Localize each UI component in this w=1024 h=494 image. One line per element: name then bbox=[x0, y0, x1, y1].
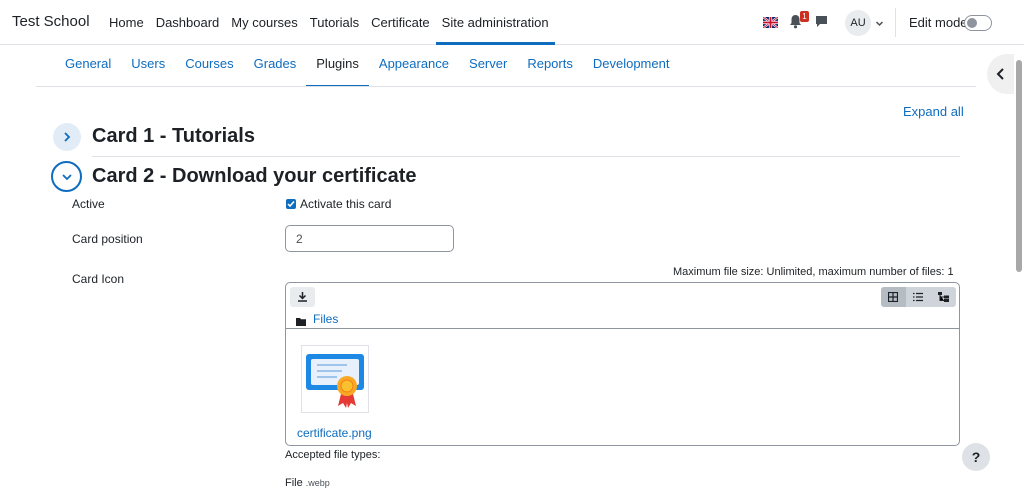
tab-reports[interactable]: Reports bbox=[517, 46, 583, 87]
card-position-label: Card position bbox=[72, 232, 143, 246]
file-manager: Files certificate.png bbox=[285, 282, 960, 446]
scrollbar-thumb[interactable] bbox=[1016, 60, 1022, 272]
file-type-item: File .webp bbox=[285, 477, 330, 489]
card1-title[interactable]: Card 1 - Tutorials bbox=[92, 125, 255, 148]
help-button[interactable]: ? bbox=[962, 443, 990, 471]
secondary-nav: General Users Courses Grades Plugins App… bbox=[55, 46, 679, 87]
tab-general[interactable]: General bbox=[55, 46, 121, 87]
folder-icon bbox=[296, 314, 306, 329]
edit-mode-label: Edit mode bbox=[909, 15, 968, 30]
card1-expand-button[interactable] bbox=[53, 123, 81, 151]
tab-plugins[interactable]: Plugins bbox=[306, 46, 369, 87]
divider bbox=[895, 8, 896, 37]
nav-site-administration[interactable]: Site administration bbox=[435, 0, 555, 45]
tab-courses[interactable]: Courses bbox=[175, 46, 243, 87]
files-path-link[interactable]: Files bbox=[313, 312, 338, 326]
file-thumbnail[interactable] bbox=[301, 345, 369, 413]
tree-view-button[interactable] bbox=[931, 287, 956, 307]
nav-my-courses[interactable]: My courses bbox=[225, 0, 303, 45]
site-name[interactable]: Test School bbox=[12, 13, 90, 30]
active-label: Active bbox=[72, 197, 105, 211]
nav-tutorials[interactable]: Tutorials bbox=[304, 0, 365, 45]
card-icon-label: Card Icon bbox=[72, 272, 125, 286]
section-divider bbox=[92, 156, 960, 157]
edit-mode-toggle[interactable] bbox=[964, 15, 992, 31]
card2-title[interactable]: Card 2 - Download your certificate bbox=[92, 165, 417, 188]
navbar: Test School Home Dashboard My courses Tu… bbox=[0, 0, 1024, 45]
flag-uk-icon[interactable] bbox=[762, 16, 779, 29]
accepted-file-types-label: Accepted file types: bbox=[285, 449, 381, 461]
tab-grades[interactable]: Grades bbox=[244, 46, 307, 87]
file-name-link[interactable]: certificate.png bbox=[297, 426, 372, 440]
nav-certificate[interactable]: Certificate bbox=[365, 0, 436, 45]
tab-server[interactable]: Server bbox=[459, 46, 517, 87]
message-icon[interactable] bbox=[815, 15, 828, 31]
nav-dashboard[interactable]: Dashboard bbox=[150, 0, 226, 45]
card-position-input[interactable] bbox=[285, 225, 454, 252]
expand-all-link[interactable]: Expand all bbox=[903, 104, 964, 119]
card2-collapse-button[interactable] bbox=[51, 161, 82, 192]
notification-badge: 1 bbox=[800, 11, 809, 22]
file-manager-toolbar: Files bbox=[286, 283, 959, 329]
tab-users[interactable]: Users bbox=[121, 46, 175, 87]
secondary-nav-divider bbox=[36, 86, 976, 87]
toggle-knob bbox=[967, 18, 977, 28]
primary-nav: Home Dashboard My courses Tutorials Cert… bbox=[103, 0, 555, 45]
chevron-down-icon[interactable] bbox=[875, 16, 884, 31]
activate-checkbox[interactable] bbox=[286, 199, 296, 209]
tab-development[interactable]: Development bbox=[583, 46, 680, 87]
max-file-size-text: Maximum file size: Unlimited, maximum nu… bbox=[673, 266, 954, 278]
file-type-name: File bbox=[285, 477, 303, 489]
file-type-extension: .webp bbox=[305, 478, 330, 488]
tab-appearance[interactable]: Appearance bbox=[369, 46, 459, 87]
grid-view-button[interactable] bbox=[881, 287, 906, 307]
nav-home[interactable]: Home bbox=[103, 0, 150, 45]
certificate-icon bbox=[302, 354, 368, 415]
list-view-button[interactable] bbox=[906, 287, 931, 307]
avatar[interactable]: AU bbox=[845, 10, 871, 36]
activate-checkbox-label[interactable]: Activate this card bbox=[300, 197, 391, 211]
download-button[interactable] bbox=[290, 287, 315, 307]
view-switcher bbox=[881, 287, 956, 307]
